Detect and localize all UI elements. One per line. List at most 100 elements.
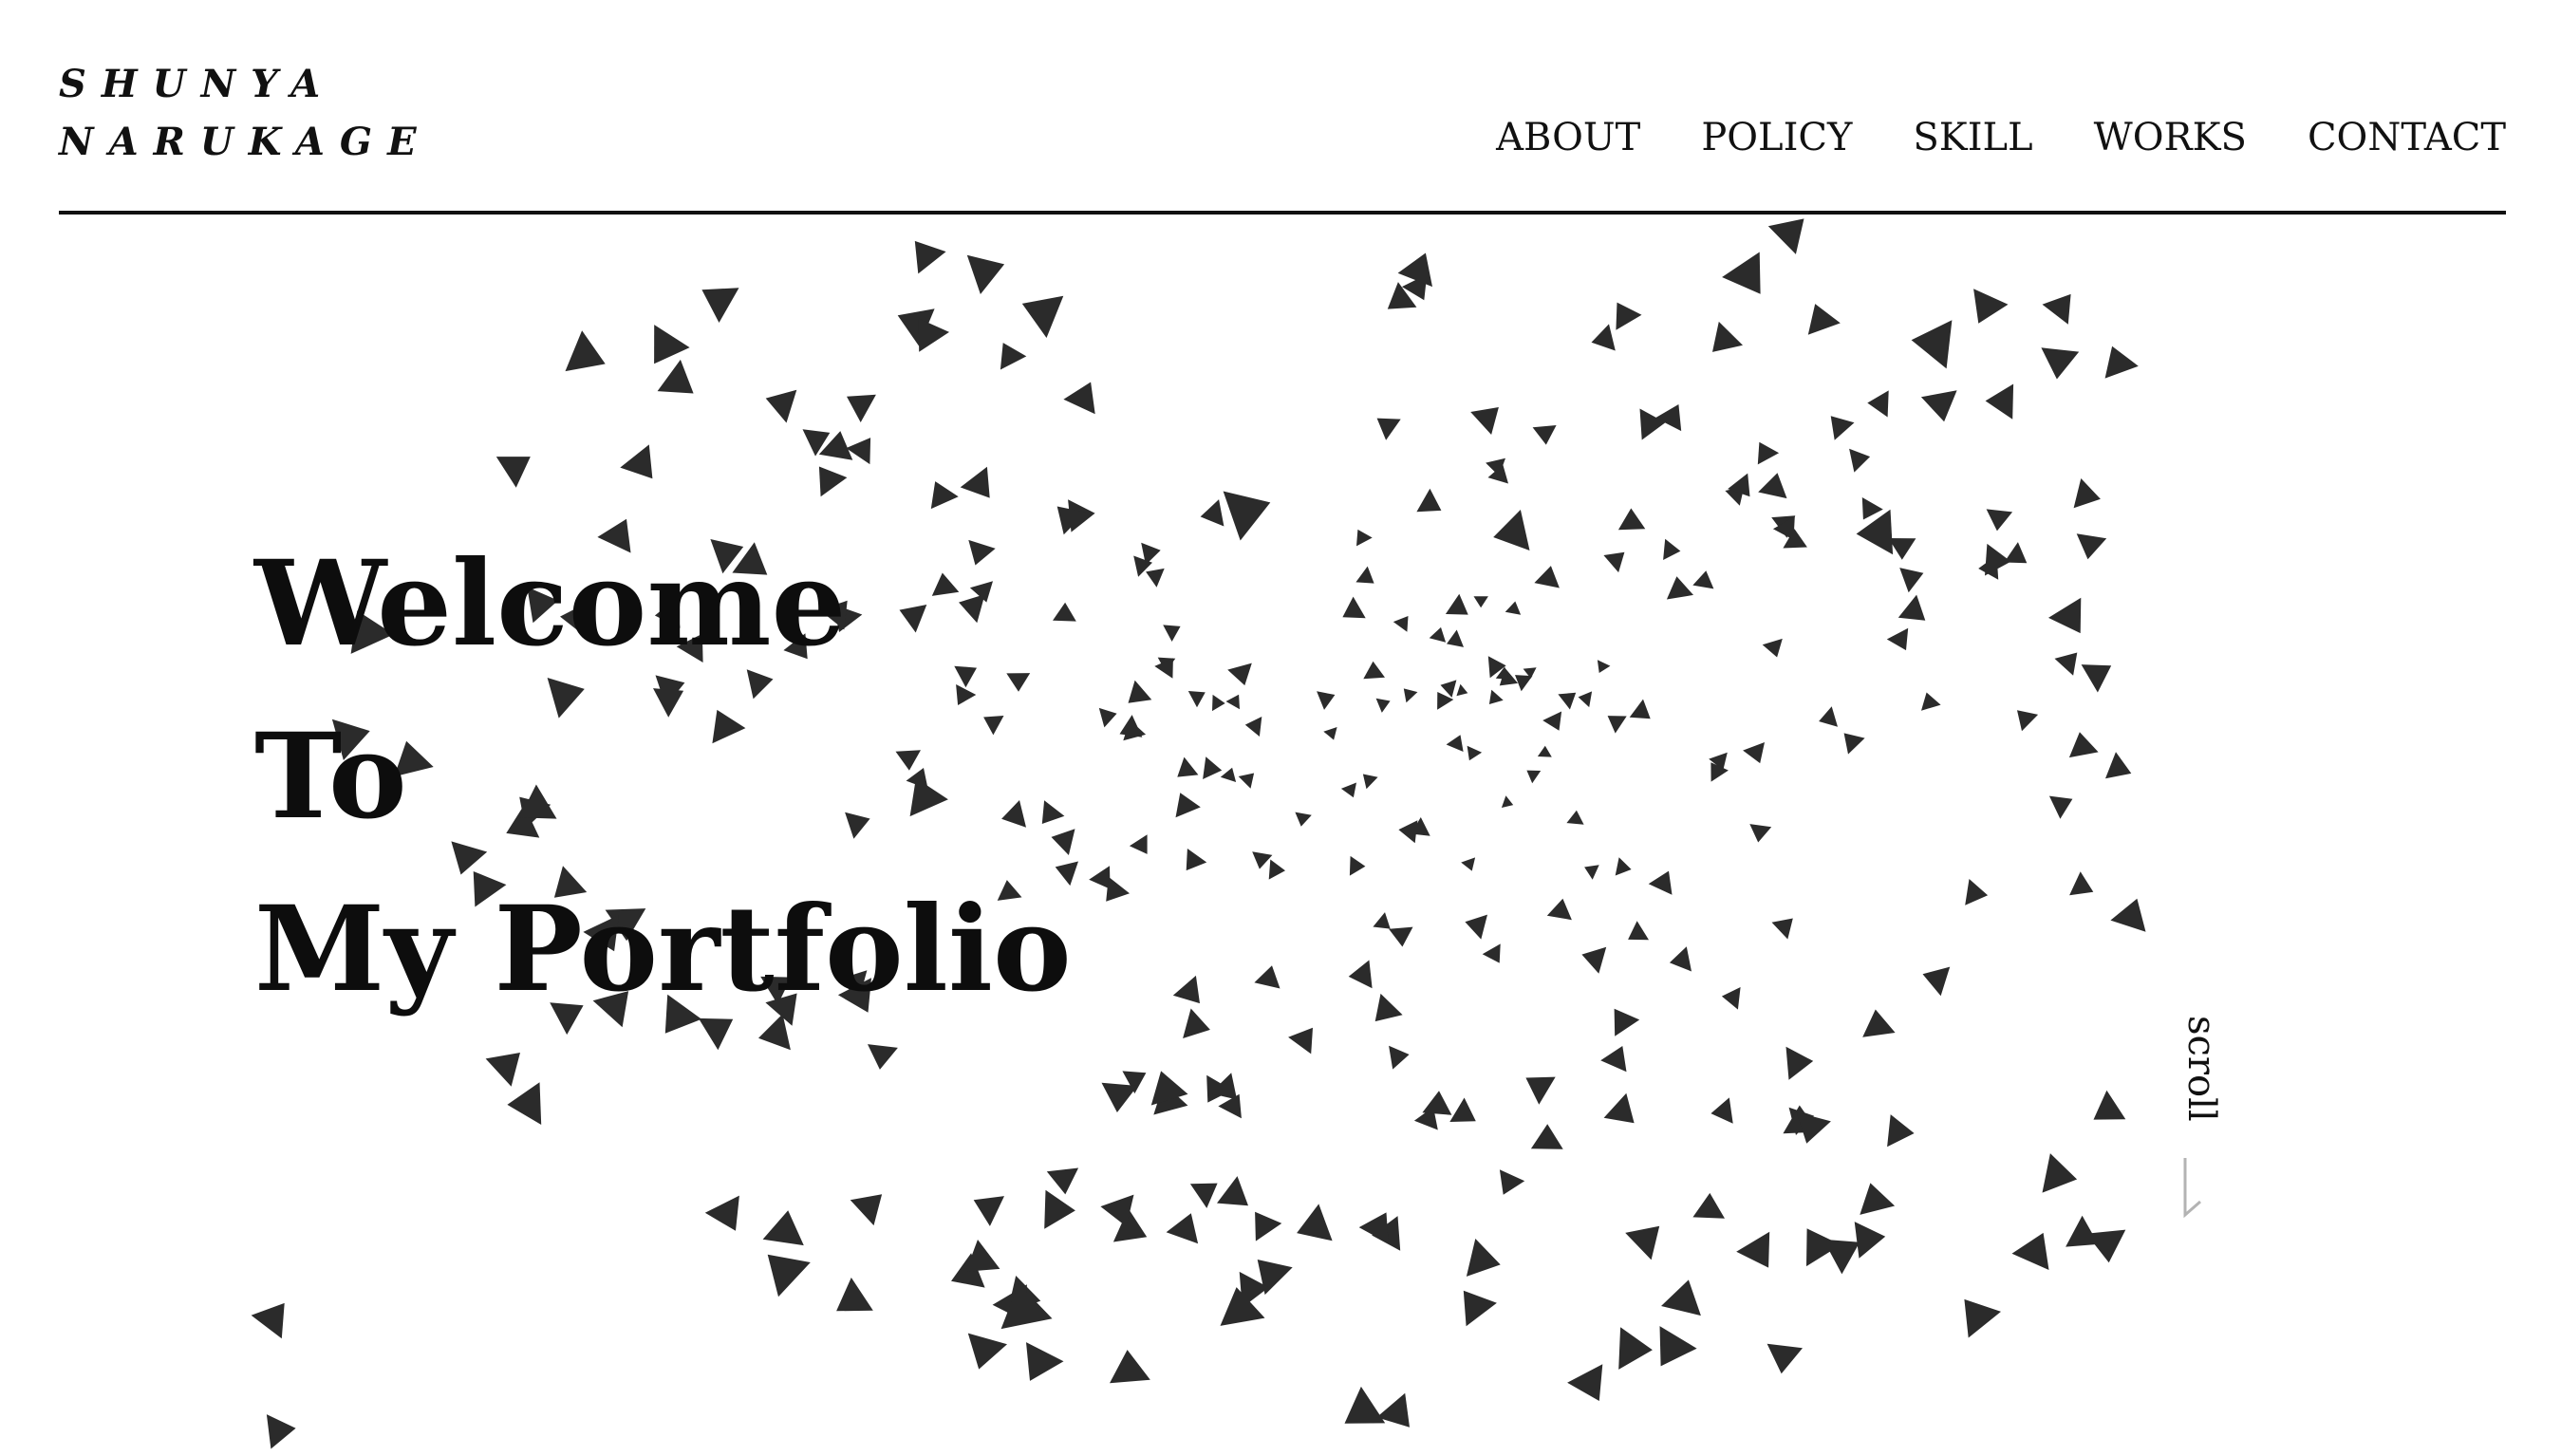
bird-particle <box>1465 914 1487 940</box>
bird-particle <box>1021 295 1064 338</box>
bird-particle <box>1639 408 1666 440</box>
bird-particle <box>1000 343 1027 370</box>
bird-particle <box>1628 921 1649 941</box>
bird-particle <box>1373 912 1391 929</box>
bird-particle <box>1710 1097 1733 1124</box>
hero-heading: Welcome To My Portfolio <box>254 518 1072 1036</box>
bird-particle <box>1526 770 1542 784</box>
bird-particle <box>1446 735 1464 752</box>
bird-particle <box>1358 1212 1389 1244</box>
bird-particle <box>1532 425 1557 445</box>
bird-particle <box>1344 1386 1386 1424</box>
bird-particle <box>1578 691 1593 708</box>
bird-particle <box>1861 497 1883 520</box>
bird-particle <box>1617 508 1646 531</box>
bird-particle <box>1217 1176 1248 1206</box>
bird-particle <box>1203 756 1223 779</box>
bird-particle <box>1505 601 1522 615</box>
nav-link-policy[interactable]: POLICY <box>1701 108 1852 167</box>
bird-particle <box>850 1194 883 1226</box>
bird-particle <box>1323 727 1337 740</box>
bird-particle <box>1600 1046 1627 1073</box>
nav-link-contact[interactable]: CONTACT <box>2308 108 2506 167</box>
bird-particle <box>1546 898 1572 921</box>
bird-particle <box>1964 1298 2001 1338</box>
bird-particle <box>1466 1239 1501 1277</box>
bird-particle <box>1985 383 2014 420</box>
bird-particle <box>1922 966 1951 997</box>
bird-particle <box>1712 321 1743 352</box>
bird-particle <box>1659 1326 1697 1367</box>
main-nav: ABOUT POLICY SKILL WORKS CONTACT <box>1496 108 2506 167</box>
bird-particle <box>1648 870 1673 895</box>
bird-particle <box>2073 478 2101 509</box>
bird-particle <box>1767 1343 1803 1374</box>
bird-particle <box>1089 866 1111 889</box>
scroll-indicator[interactable]: scroll <box>2179 1016 2223 1219</box>
bird-particle <box>1106 876 1130 902</box>
bird-particle <box>1921 692 1941 711</box>
bird-particle <box>1758 473 1787 499</box>
nav-link-works[interactable]: WORKS <box>2094 108 2247 167</box>
site-logo[interactable]: SHUNYA NARUKAGE <box>59 55 432 171</box>
bird-particle <box>1692 1192 1725 1219</box>
bird-particle <box>2048 795 2073 819</box>
bird-particle <box>1867 390 1889 418</box>
bird-particle <box>1597 660 1611 673</box>
bird-particle <box>1403 688 1418 703</box>
bird-particle <box>1461 857 1476 871</box>
bird-particle <box>1897 594 1926 621</box>
bird-particle <box>1238 773 1255 789</box>
bird-particle <box>930 481 959 510</box>
bird-particle <box>966 254 1005 294</box>
bird-particle <box>1985 543 2011 576</box>
nav-link-about[interactable]: ABOUT <box>1496 108 1640 167</box>
bird-particle <box>1823 1239 1860 1275</box>
bird-particle <box>1493 510 1530 551</box>
bird-particle <box>2104 345 2139 379</box>
bird-particle <box>251 1302 285 1339</box>
bird-particle <box>266 1414 296 1449</box>
bird-particle <box>1098 707 1117 728</box>
bird-particle <box>1530 1124 1563 1149</box>
bird-particle <box>1721 987 1741 1010</box>
bird-particle <box>2069 871 2094 896</box>
bird-particle <box>1026 1342 1064 1381</box>
portfolio-page: SHUNYA NARUKAGE ABOUT POLICY SKILL WORKS… <box>0 0 2561 1456</box>
hero-line-welcome: Welcome <box>254 535 847 673</box>
bird-particle <box>2068 732 2099 758</box>
bird-particle <box>1175 793 1201 818</box>
bird-particle <box>1692 570 1714 589</box>
bird-particle <box>1110 1350 1150 1384</box>
bird-particle <box>1129 834 1148 854</box>
bird-particle <box>1244 717 1262 737</box>
bird-particle <box>1749 824 1772 843</box>
bird-particle <box>1767 218 1804 254</box>
bird-particle <box>1887 1114 1915 1148</box>
bird-particle <box>1186 849 1207 871</box>
bird-particle <box>1616 302 1642 330</box>
bird-particle <box>1762 638 1783 658</box>
bird-particle <box>1856 509 1894 555</box>
bird-particle <box>1473 596 1488 608</box>
bird-particle <box>836 1278 873 1312</box>
bird-particle <box>1482 943 1501 963</box>
bird-particle <box>1973 289 2009 324</box>
bird-particle <box>2076 533 2107 560</box>
bird-particle <box>1416 488 1442 513</box>
bird-particle <box>2093 1090 2126 1120</box>
bird-particle <box>1663 538 1681 560</box>
scroll-arrow-icon <box>2183 1158 2201 1219</box>
bird-particle <box>767 1254 811 1297</box>
bird-particle <box>1819 706 1838 727</box>
bird-particle <box>1830 416 1855 440</box>
bird-particle <box>960 466 990 498</box>
bird-particle <box>1342 596 1366 619</box>
bird-particle <box>1374 993 1403 1022</box>
bird-particle <box>1212 694 1225 712</box>
bird-particle <box>1349 855 1366 876</box>
bird-particle <box>1986 509 2013 532</box>
nav-link-skill[interactable]: SKILL <box>1913 108 2032 167</box>
bird-particle <box>1044 1189 1075 1229</box>
bird-particle <box>1911 320 1953 369</box>
